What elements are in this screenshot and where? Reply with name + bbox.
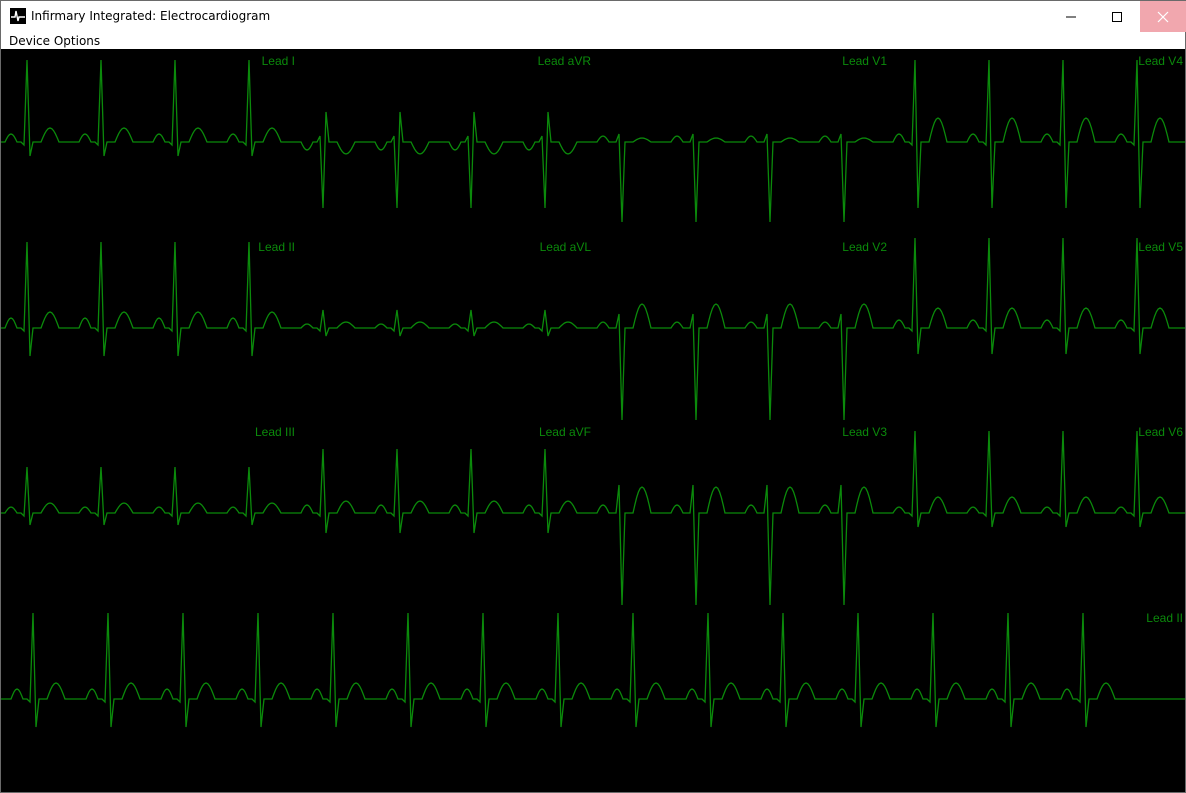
lead-label: Lead V1 xyxy=(842,54,887,68)
lead-label: Lead V2 xyxy=(842,240,887,254)
ecg-trace-aVL xyxy=(297,309,593,337)
lead-label: Lead I xyxy=(262,54,295,68)
ecg-trace-V4 xyxy=(889,59,1185,209)
ecg-display: Lead I Lead aVR Lead V1 Lead V4 Lead II Lead … xyxy=(1,49,1185,792)
lead-label: Lead V6 xyxy=(1138,425,1183,439)
ecg-rhythm-strip-trace xyxy=(1,612,1185,728)
lead-label: Lead aVL xyxy=(540,240,592,254)
rhythm-strip-label: Lead II xyxy=(1146,611,1183,625)
close-icon xyxy=(1157,11,1169,22)
lead-label: Lead V3 xyxy=(842,425,887,439)
lead-label: Lead aVR xyxy=(538,54,592,68)
ecg-traces: Lead I Lead aVR Lead V1 Lead V4 Lead II Lead … xyxy=(1,54,1185,728)
ecg-trace-V5 xyxy=(889,237,1185,355)
maximize-button[interactable] xyxy=(1094,1,1140,32)
ecg-trace-lead2 xyxy=(1,241,297,357)
ecg-trace-V6 xyxy=(889,430,1185,528)
ecg-app-icon xyxy=(10,8,26,24)
menu-device-options[interactable]: Device Options xyxy=(9,34,100,48)
title-bar[interactable]: Infirmary Integrated: Electrocardiogram xyxy=(1,1,1186,32)
minimize-button[interactable] xyxy=(1048,1,1094,32)
maximize-icon xyxy=(1112,11,1122,22)
ecg-trace-lead3 xyxy=(1,466,297,526)
window-title: Infirmary Integrated: Electrocardiogram xyxy=(31,9,271,23)
minimize-icon xyxy=(1066,16,1076,17)
lead-label: Lead aVF xyxy=(539,425,591,439)
lead-label: Lead V5 xyxy=(1138,240,1183,254)
ecg-trace-V2 xyxy=(593,303,889,421)
ecg-window: Infirmary Integrated: Electrocardiogram … xyxy=(0,0,1186,793)
ecg-trace-V1 xyxy=(593,133,889,223)
ecg-trace-V3 xyxy=(593,484,889,606)
ecg-trace-aVF xyxy=(297,448,593,534)
ecg-trace-aVR xyxy=(297,111,593,209)
ecg-trace-lead1 xyxy=(1,59,297,157)
lead-label: Lead V4 xyxy=(1138,54,1183,68)
lead-label: Lead III xyxy=(255,425,295,439)
close-button[interactable] xyxy=(1140,1,1186,32)
lead-label: Lead II xyxy=(258,240,295,254)
menu-bar: Device Options xyxy=(1,32,1185,49)
